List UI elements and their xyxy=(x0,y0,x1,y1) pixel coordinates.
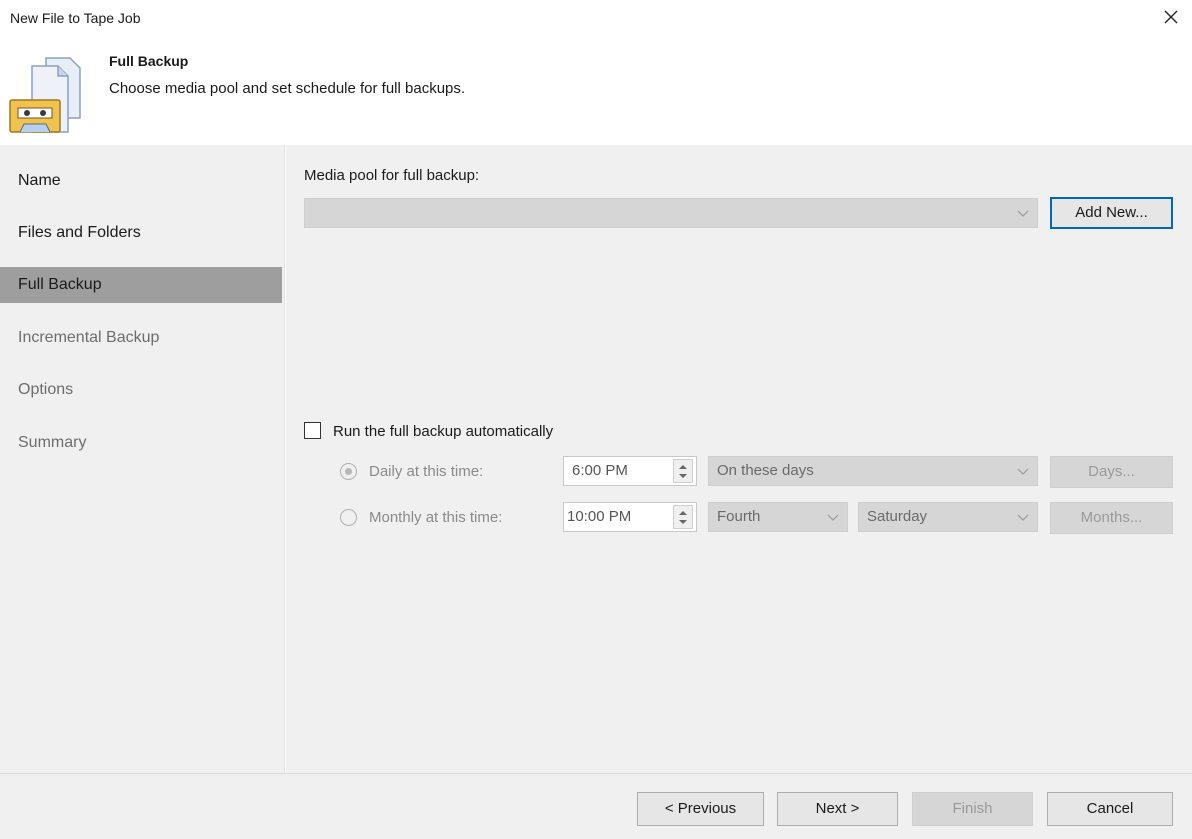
days-button: Days... xyxy=(1050,456,1173,488)
monthly-time-value: 10:00 PM xyxy=(567,508,632,525)
chevron-down-icon xyxy=(1017,210,1029,217)
wizard-steps-sidebar: Name Files and Folders Full Backup Incre… xyxy=(0,145,285,773)
sidebar-item-options: Options xyxy=(18,381,74,398)
monthly-day-select: Saturday xyxy=(858,502,1038,532)
chevron-down-icon xyxy=(1017,468,1029,475)
daily-time-value: 6:00 PM xyxy=(572,462,628,479)
previous-button[interactable]: < Previous xyxy=(637,792,764,826)
monthly-time-field: 10:00 PM xyxy=(563,502,697,532)
monthly-radio xyxy=(340,509,357,526)
media-pool-select[interactable] xyxy=(304,198,1038,228)
run-automatically-label: Run the full backup automatically xyxy=(333,423,554,440)
sidebar-item-files-and-folders[interactable]: Files and Folders xyxy=(0,215,282,251)
sidebar-item-summary: Summary xyxy=(18,434,87,451)
radio-selected-dot xyxy=(345,468,352,475)
cancel-button[interactable]: Cancel xyxy=(1047,792,1173,826)
spin-up-icon xyxy=(679,511,687,515)
window-title: New File to Tape Job xyxy=(10,10,141,26)
chevron-down-icon xyxy=(1017,514,1029,521)
daily-days-select: On these days xyxy=(708,456,1038,486)
run-automatically-checkbox[interactable] xyxy=(304,422,321,439)
monthly-week-value: Fourth xyxy=(717,508,761,525)
close-icon[interactable] xyxy=(1160,6,1182,28)
page-subtitle: Choose media pool and set schedule for f… xyxy=(109,80,466,97)
add-new-media-pool-button[interactable]: Add New... xyxy=(1050,197,1173,229)
time-spinner xyxy=(673,505,693,529)
monthly-label: Monthly at this time: xyxy=(369,509,503,526)
daily-radio xyxy=(340,463,357,480)
daily-days-value: On these days xyxy=(717,462,814,479)
time-spinner xyxy=(673,459,693,483)
monthly-week-select: Fourth xyxy=(708,502,848,532)
title-bar: New File to Tape Job xyxy=(0,0,1192,40)
spin-down-icon xyxy=(679,520,687,524)
months-button: Months... xyxy=(1050,502,1173,534)
page-title: Full Backup xyxy=(109,53,189,69)
next-button[interactable]: Next > xyxy=(777,792,898,826)
spin-up-icon xyxy=(679,465,687,469)
finish-button: Finish xyxy=(912,792,1033,826)
chevron-down-icon xyxy=(827,514,839,521)
monthly-day-value: Saturday xyxy=(867,508,928,525)
sidebar-item-name[interactable]: Name xyxy=(0,163,282,199)
sidebar-item-incremental-backup: Incremental Backup xyxy=(18,329,160,346)
spin-down-icon xyxy=(679,474,687,478)
media-pool-label: Media pool for full backup: xyxy=(304,167,480,184)
daily-label: Daily at this time: xyxy=(369,463,484,480)
daily-time-field: 6:00 PM xyxy=(563,456,697,486)
sidebar-item-full-backup[interactable]: Full Backup xyxy=(0,267,282,303)
tape-job-icon xyxy=(8,52,82,142)
